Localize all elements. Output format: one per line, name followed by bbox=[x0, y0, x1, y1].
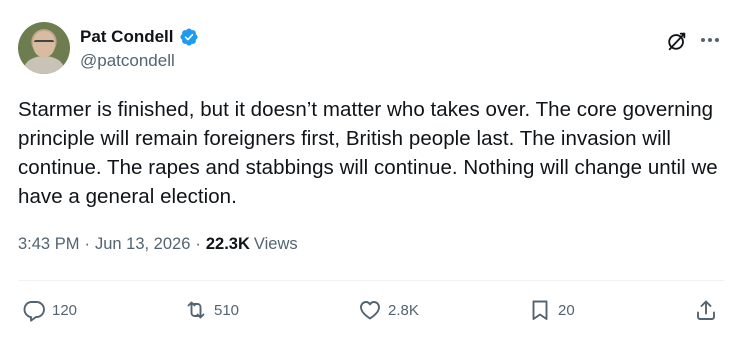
views-label[interactable]: Views bbox=[254, 235, 298, 254]
more-icon[interactable] bbox=[698, 28, 722, 52]
share-button[interactable] bbox=[694, 290, 718, 330]
like-count: 2.8K bbox=[388, 301, 419, 319]
author-handle[interactable]: @patcondell bbox=[80, 51, 199, 71]
repost-count: 510 bbox=[214, 301, 240, 319]
bookmark-count: 20 bbox=[558, 301, 575, 319]
action-bar: 120 510 2.8K 20 bbox=[18, 290, 724, 330]
meta-separator: · bbox=[84, 235, 90, 253]
tweet-text: Starmer is finished, but it doesn’t matt… bbox=[18, 98, 718, 208]
meta-separator-2: · bbox=[195, 235, 201, 253]
reply-button[interactable]: 120 bbox=[22, 290, 77, 330]
author-info: Pat Condell @patcondell bbox=[80, 26, 199, 71]
repost-icon bbox=[187, 301, 205, 319]
reply-icon bbox=[23, 301, 45, 322]
bookmark-button[interactable]: 20 bbox=[528, 290, 575, 330]
like-button[interactable]: 2.8K bbox=[358, 290, 419, 330]
author-display-name[interactable]: Pat Condell bbox=[80, 27, 174, 47]
reply-count: 120 bbox=[52, 301, 78, 319]
tweet-header: Pat Condell @patcondell bbox=[18, 22, 724, 78]
tweet-date[interactable]: Jun 13, 2026 bbox=[95, 235, 190, 254]
bookmark-icon bbox=[532, 300, 548, 320]
repost-button[interactable]: 510 bbox=[184, 290, 239, 330]
tweet-meta: 3:43 PM · Jun 13, 2026 · 22.3K Views bbox=[18, 235, 298, 254]
grok-icon[interactable] bbox=[666, 30, 688, 52]
share-icon bbox=[697, 300, 715, 320]
verified-badge-icon bbox=[179, 28, 198, 46]
divider bbox=[18, 280, 724, 281]
tweet-time[interactable]: 3:43 PM bbox=[18, 235, 79, 254]
views-count[interactable]: 22.3K bbox=[206, 235, 250, 254]
avatar[interactable] bbox=[18, 22, 70, 74]
like-icon bbox=[360, 301, 380, 320]
